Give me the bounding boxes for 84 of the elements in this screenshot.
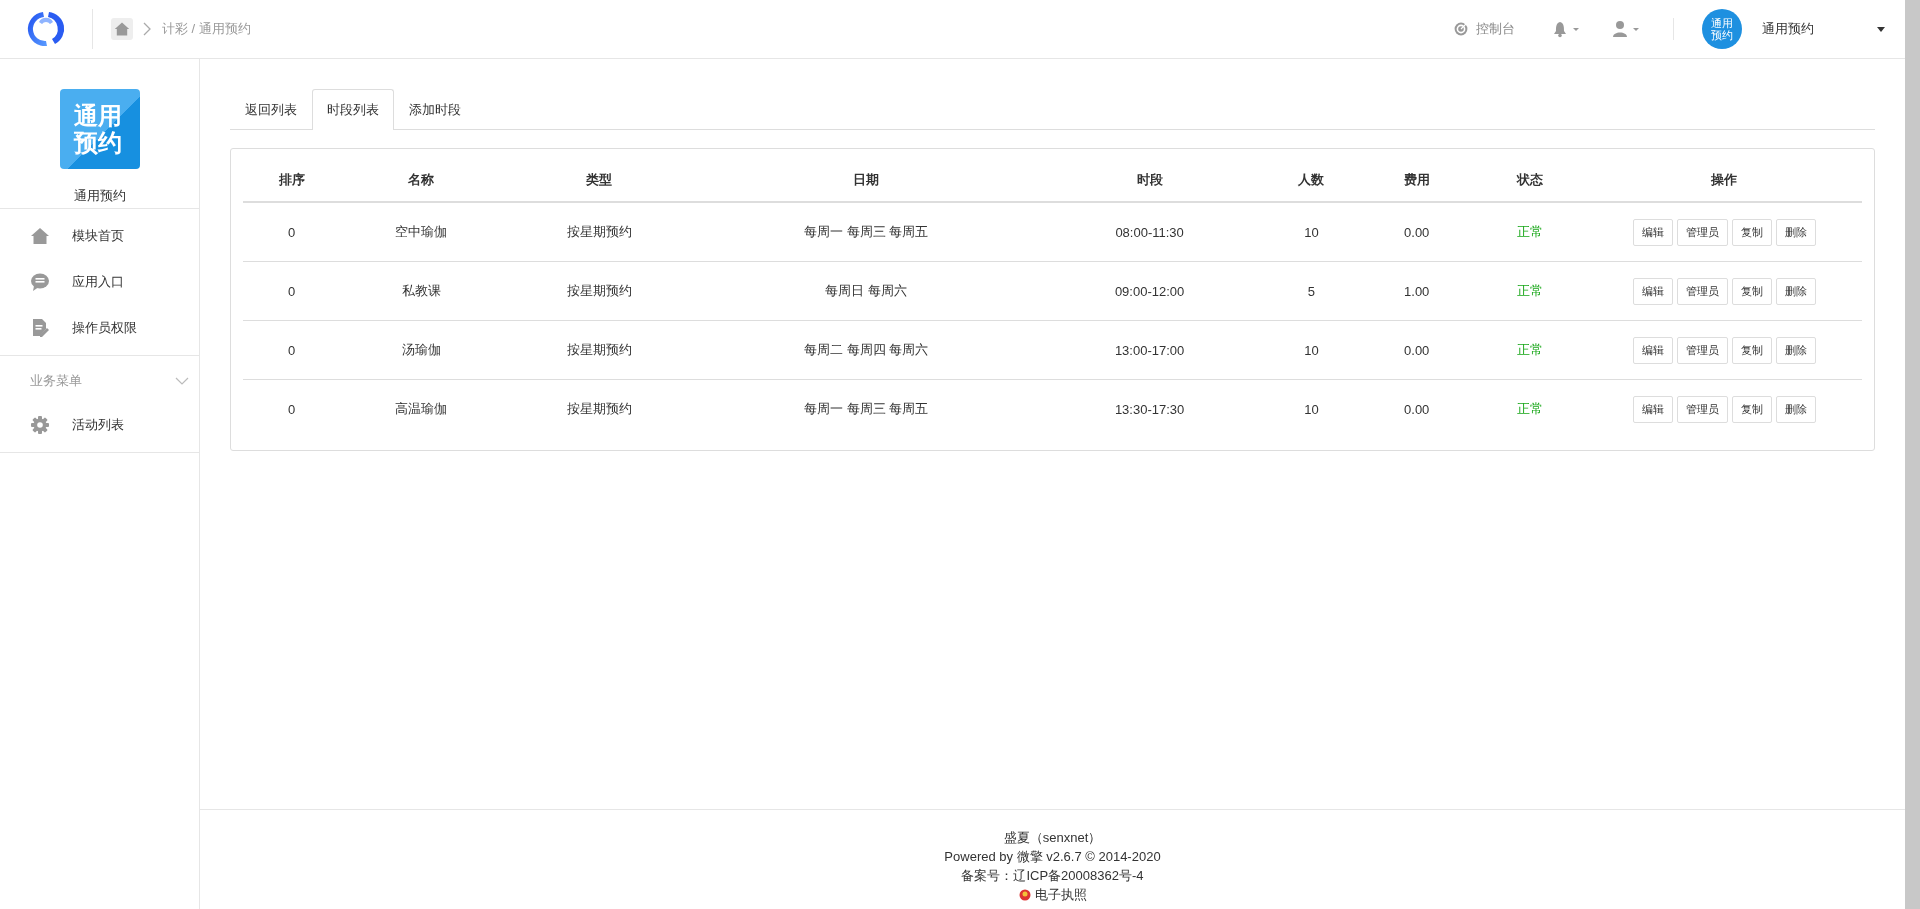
action-button[interactable]: 管理员 <box>1676 395 1728 423</box>
column-header: 人数 <box>1262 159 1361 202</box>
table-cell: 0 <box>287 342 296 358</box>
sidebar-item[interactable]: 应用入口 <box>0 259 199 305</box>
table-cell: 5 <box>1307 283 1316 299</box>
action-button[interactable]: 管理员 <box>1676 336 1728 364</box>
console-link[interactable]: 控制台 <box>1453 20 1515 38</box>
action-button[interactable]: 编辑 <box>1632 395 1673 423</box>
table-cell: 每周二 每周四 每周六 <box>804 342 929 357</box>
action-button[interactable]: 删除 <box>1775 218 1816 246</box>
gear-icon <box>30 415 50 435</box>
action-button[interactable]: 删除 <box>1775 336 1816 364</box>
column-header: 名称 <box>340 159 502 202</box>
table-cell: 按星期预约 <box>566 342 632 357</box>
module-name: 通用预约 <box>73 187 126 205</box>
action-button[interactable]: 编辑 <box>1632 336 1673 364</box>
status-text: 正常 <box>1517 342 1544 357</box>
module-logo: 通用预约 <box>59 89 140 169</box>
action-button[interactable]: 复制 <box>1731 336 1772 364</box>
column-header: 类型 <box>502 159 697 202</box>
table-cell: 0 <box>287 224 296 240</box>
action-button[interactable]: 编辑 <box>1632 218 1673 246</box>
table-cell: 10 <box>1304 224 1319 240</box>
table-cell: 09:00-12:00 <box>1114 283 1185 299</box>
home-icon <box>30 226 50 246</box>
table-cell: 0.00 <box>1404 224 1430 240</box>
action-button[interactable]: 编辑 <box>1632 277 1673 305</box>
action-button[interactable]: 复制 <box>1731 395 1772 423</box>
action-button[interactable]: 删除 <box>1775 395 1816 423</box>
footer-text: 盛夏（senxnet） <box>1003 829 1102 847</box>
status-text: 正常 <box>1517 224 1544 239</box>
document-edit-icon <box>30 318 50 338</box>
tab[interactable]: 返回列表 <box>230 89 312 130</box>
sidebar-item[interactable]: 操作员权限 <box>0 305 199 351</box>
chat-bubble-icon <box>30 272 50 292</box>
sidebar-item[interactable]: 模块首页 <box>0 213 199 259</box>
action-button[interactable]: 删除 <box>1775 277 1816 305</box>
emblem-icon <box>1018 888 1031 901</box>
license-link[interactable]: 电子执照 <box>1034 885 1087 904</box>
tab[interactable]: 时段列表 <box>312 89 394 130</box>
table-cell: 空中瑜伽 <box>395 224 448 239</box>
table-cell: 0 <box>287 283 296 299</box>
table-cell: 0.00 <box>1404 401 1430 417</box>
section-title: 业务菜单 <box>30 372 82 390</box>
table-cell: 10 <box>1304 401 1319 417</box>
table-cell: 高温瑜伽 <box>395 401 448 416</box>
table-cell: 每周一 每周三 每周五 <box>804 401 929 416</box>
table-cell: 按星期预约 <box>566 224 632 239</box>
column-header: 操作 <box>1586 159 1862 202</box>
status-text: 正常 <box>1517 401 1544 416</box>
table-cell: 0 <box>287 401 296 417</box>
column-header: 日期 <box>696 159 1037 202</box>
table-cell: 每周一 每周三 每周五 <box>804 224 929 239</box>
action-button[interactable]: 复制 <box>1731 277 1772 305</box>
table-cell: 0.00 <box>1404 342 1430 358</box>
table-cell: 私教课 <box>401 283 441 298</box>
column-header: 状态 <box>1473 159 1587 202</box>
caret-icon[interactable] <box>1877 26 1885 32</box>
action-button[interactable]: 复制 <box>1731 218 1772 246</box>
status-text: 正常 <box>1517 283 1544 298</box>
scrollbar[interactable] <box>1905 0 1920 909</box>
sidebar-item[interactable]: 活动列表 <box>0 402 199 448</box>
tab[interactable]: 添加时段 <box>394 89 476 130</box>
table-cell: 按星期预约 <box>566 283 632 298</box>
home-button[interactable] <box>111 18 133 40</box>
home-icon <box>114 21 130 37</box>
table-cell: 1.00 <box>1404 283 1430 299</box>
action-button[interactable]: 管理员 <box>1676 218 1728 246</box>
chevron-right-icon <box>143 22 152 36</box>
table-cell: 按星期预约 <box>566 401 632 416</box>
account-name[interactable]: 通用预约 <box>1762 20 1877 38</box>
table-cell: 08:00-11:30 <box>1115 224 1184 240</box>
column-header: 时段 <box>1036 159 1263 202</box>
table-cell: 13:00-17:00 <box>1114 342 1185 358</box>
column-header: 排序 <box>243 159 341 202</box>
table-cell: 每周日 每周六 <box>825 283 908 298</box>
table-cell: 13:30-17:30 <box>1114 401 1185 417</box>
footer-text: Powered by 微擎 v2.6.7 © 2014-2020 <box>944 848 1161 866</box>
table-cell: 汤瑜伽 <box>401 342 441 357</box>
footer-text: 备案号：辽ICP备20008362号-4 <box>961 867 1144 885</box>
action-button[interactable]: 管理员 <box>1676 277 1728 305</box>
column-header: 费用 <box>1360 159 1474 202</box>
table-cell: 10 <box>1304 342 1319 358</box>
target-icon <box>1453 21 1469 37</box>
